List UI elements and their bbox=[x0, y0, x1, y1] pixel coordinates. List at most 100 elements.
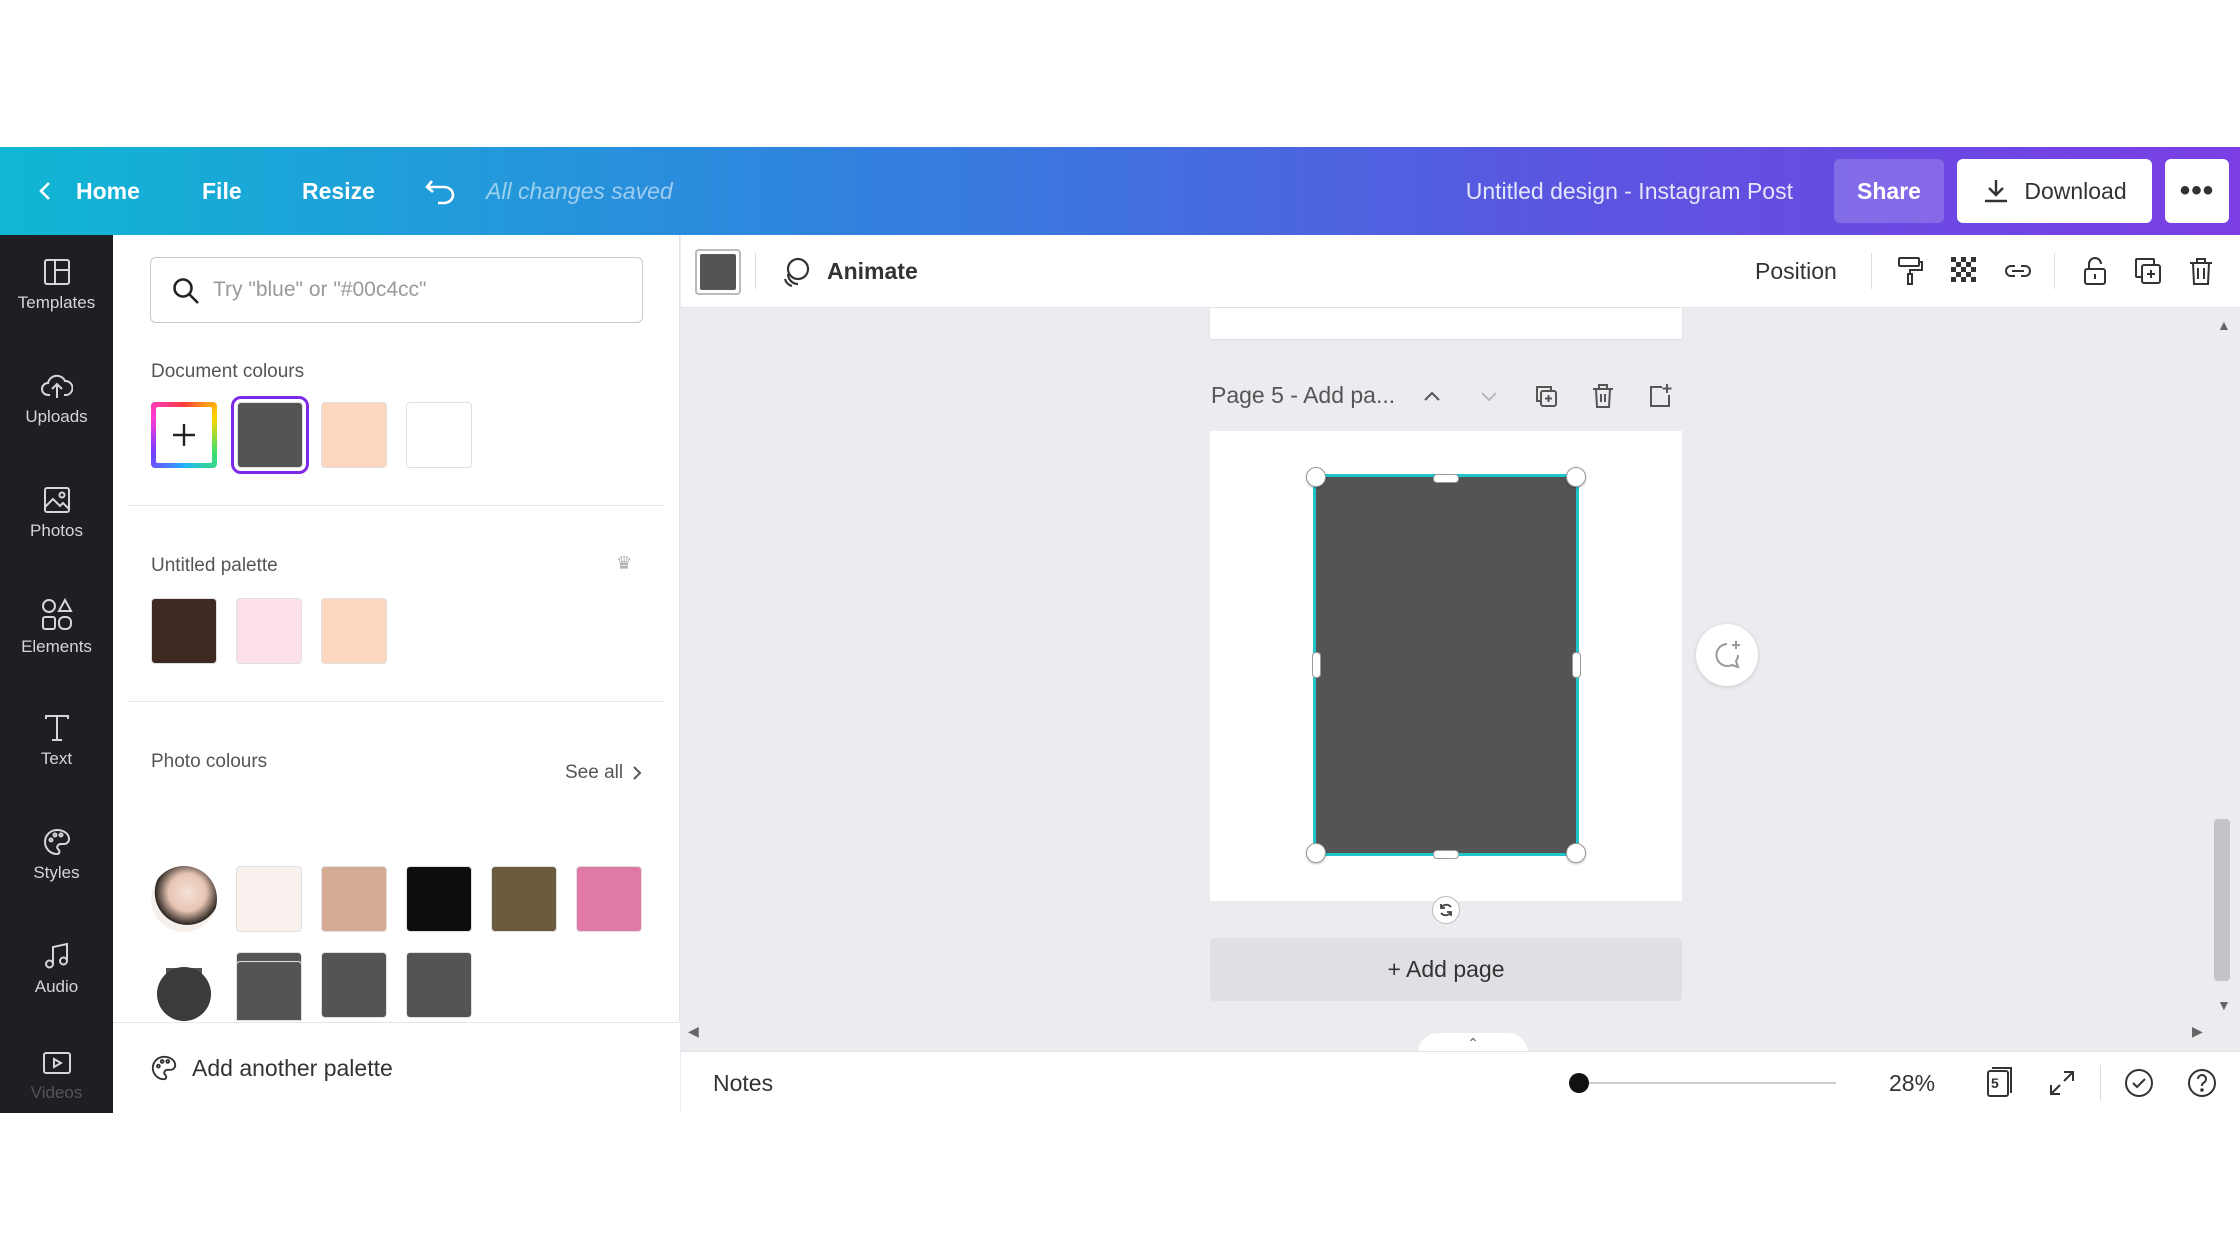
colour-search-input[interactable]: Try "blue" or "#00c4cc" bbox=[150, 257, 643, 323]
copy-style-button[interactable] bbox=[1892, 253, 1928, 289]
scroll-down-arrow[interactable]: ▼ bbox=[2217, 997, 2231, 1013]
document-colour-swatch[interactable] bbox=[231, 396, 309, 474]
rail-item-photos[interactable]: Photos bbox=[0, 463, 113, 563]
add-palette-button[interactable]: Add another palette bbox=[113, 1022, 680, 1113]
undo-icon bbox=[425, 180, 455, 205]
scroll-left-arrow[interactable]: ◀ bbox=[688, 1023, 699, 1040]
link-button[interactable] bbox=[2000, 253, 2036, 289]
check-button[interactable] bbox=[2121, 1065, 2157, 1101]
move-page-up-button[interactable] bbox=[1415, 379, 1449, 413]
photo-colour-swatch[interactable] bbox=[491, 866, 557, 932]
rail-label: Uploads bbox=[25, 407, 88, 426]
resize-handle-top-right[interactable] bbox=[1566, 467, 1586, 487]
more-options-button[interactable]: ••• bbox=[2165, 159, 2229, 223]
photo-colour-swatch[interactable] bbox=[236, 961, 302, 1021]
duplicate-icon bbox=[2135, 258, 2161, 284]
transparency-button[interactable] bbox=[1947, 253, 1983, 289]
photo-colour-swatch[interactable] bbox=[321, 952, 387, 1018]
expand-icon bbox=[2050, 1071, 2074, 1095]
rail-item-text[interactable]: Text bbox=[0, 691, 113, 791]
resize-button[interactable]: Resize bbox=[302, 147, 375, 235]
chevron-up-icon bbox=[1424, 391, 1440, 401]
photo-colour-swatch[interactable] bbox=[236, 866, 302, 932]
add-page-after-button[interactable] bbox=[1643, 379, 1677, 413]
home-button[interactable]: Home bbox=[36, 147, 140, 235]
page-title[interactable]: Page 5 - Add pa... bbox=[1211, 382, 1395, 409]
photo-colour-swatch[interactable] bbox=[321, 866, 387, 932]
collapse-notes-tab[interactable]: ⌃ bbox=[1418, 1033, 1528, 1053]
plus-icon bbox=[156, 407, 212, 463]
check-circle-icon bbox=[2125, 1069, 2153, 1097]
search-placeholder: Try "blue" or "#00c4cc" bbox=[213, 278, 427, 301]
notes-button[interactable]: Notes bbox=[713, 1052, 773, 1113]
download-label: Download bbox=[2024, 177, 2127, 204]
selected-rectangle-shape[interactable] bbox=[1313, 474, 1579, 856]
canva-editor: Home File Resize All changes saved Untit… bbox=[0, 147, 2240, 1113]
toolbar-separator bbox=[755, 253, 756, 289]
download-button[interactable]: Download bbox=[1957, 159, 2152, 223]
add-comment-button[interactable] bbox=[1696, 624, 1758, 686]
add-colour-button[interactable] bbox=[151, 402, 217, 468]
toolbar-separator bbox=[2054, 253, 2055, 289]
duplicate-button[interactable] bbox=[2130, 253, 2166, 289]
help-button[interactable] bbox=[2184, 1065, 2220, 1101]
file-menu[interactable]: File bbox=[202, 147, 242, 235]
photo-colour-swatch[interactable] bbox=[406, 866, 472, 932]
delete-button[interactable] bbox=[2183, 253, 2219, 289]
resize-handle-bottom-right[interactable] bbox=[1566, 843, 1586, 863]
resize-handle-right[interactable] bbox=[1572, 652, 1581, 678]
undo-button[interactable] bbox=[424, 147, 458, 235]
rail-item-styles[interactable]: Styles bbox=[0, 805, 113, 905]
photo-colour-swatch[interactable] bbox=[406, 952, 472, 1018]
see-all-link[interactable]: See all bbox=[565, 762, 643, 784]
editor-toolbar: Animate Position bbox=[681, 235, 2240, 308]
document-colour-swatch[interactable] bbox=[406, 402, 472, 468]
palette-colour-swatch[interactable] bbox=[236, 598, 302, 664]
add-page-button[interactable]: + Add page bbox=[1210, 938, 1682, 1001]
resize-handle-left[interactable] bbox=[1312, 652, 1321, 678]
fullscreen-button[interactable] bbox=[2044, 1065, 2080, 1101]
zoom-slider-thumb[interactable] bbox=[1569, 1073, 1589, 1093]
photo-colour-swatch[interactable] bbox=[576, 866, 642, 932]
resize-handle-top-left[interactable] bbox=[1306, 467, 1326, 487]
animate-button[interactable]: Animate bbox=[779, 235, 918, 308]
photo-thumbnail-round[interactable] bbox=[151, 866, 217, 932]
see-all-label: See all bbox=[565, 762, 624, 783]
document-colour-swatch[interactable] bbox=[321, 402, 387, 468]
position-button[interactable]: Position bbox=[1755, 235, 1837, 308]
rail-item-uploads[interactable]: Uploads bbox=[0, 349, 113, 449]
duplicate-page-button[interactable] bbox=[1529, 379, 1563, 413]
link-icon bbox=[2005, 265, 2031, 277]
palette-colour-swatch[interactable] bbox=[151, 598, 217, 664]
delete-page-button[interactable] bbox=[1586, 379, 1620, 413]
paint-roller-icon bbox=[1898, 257, 1923, 285]
search-icon bbox=[173, 278, 199, 304]
divider bbox=[128, 505, 665, 506]
add-page-icon bbox=[1650, 384, 1672, 407]
scroll-right-arrow[interactable]: ▶ bbox=[2192, 1023, 2203, 1040]
lock-button[interactable] bbox=[2077, 253, 2113, 289]
page-count-button[interactable]: 5 bbox=[1980, 1065, 2016, 1101]
trash-icon bbox=[2190, 258, 2212, 285]
rail-item-audio[interactable]: Audio bbox=[0, 919, 113, 1019]
photo-thumbnail-round[interactable] bbox=[157, 967, 211, 1021]
resize-handle-bottom-left[interactable] bbox=[1306, 843, 1326, 863]
image-icon bbox=[43, 487, 70, 513]
document-title[interactable]: Untitled design - Instagram Post bbox=[1466, 147, 1793, 235]
palette-colour-swatch[interactable] bbox=[321, 598, 387, 664]
zoom-level[interactable]: 28% bbox=[1889, 1052, 1935, 1113]
share-button[interactable]: Share bbox=[1834, 159, 1944, 223]
comment-add-icon bbox=[1715, 641, 1740, 669]
rail-item-videos[interactable]: Videos bbox=[0, 1033, 113, 1113]
rail-item-elements[interactable]: Elements bbox=[0, 577, 113, 677]
rotate-handle[interactable] bbox=[1432, 896, 1460, 924]
resize-handle-top[interactable] bbox=[1433, 474, 1459, 483]
rail-item-templates[interactable]: Templates bbox=[0, 235, 113, 335]
resize-handle-bottom[interactable] bbox=[1433, 850, 1459, 859]
move-page-down-button[interactable] bbox=[1472, 379, 1506, 413]
fill-colour-button[interactable] bbox=[695, 249, 741, 295]
previous-page-preview[interactable] bbox=[1210, 308, 1682, 339]
zoom-slider-track[interactable] bbox=[1578, 1082, 1836, 1084]
scroll-up-arrow[interactable]: ▲ bbox=[2217, 317, 2231, 333]
vertical-scrollbar-thumb[interactable] bbox=[2214, 819, 2230, 981]
